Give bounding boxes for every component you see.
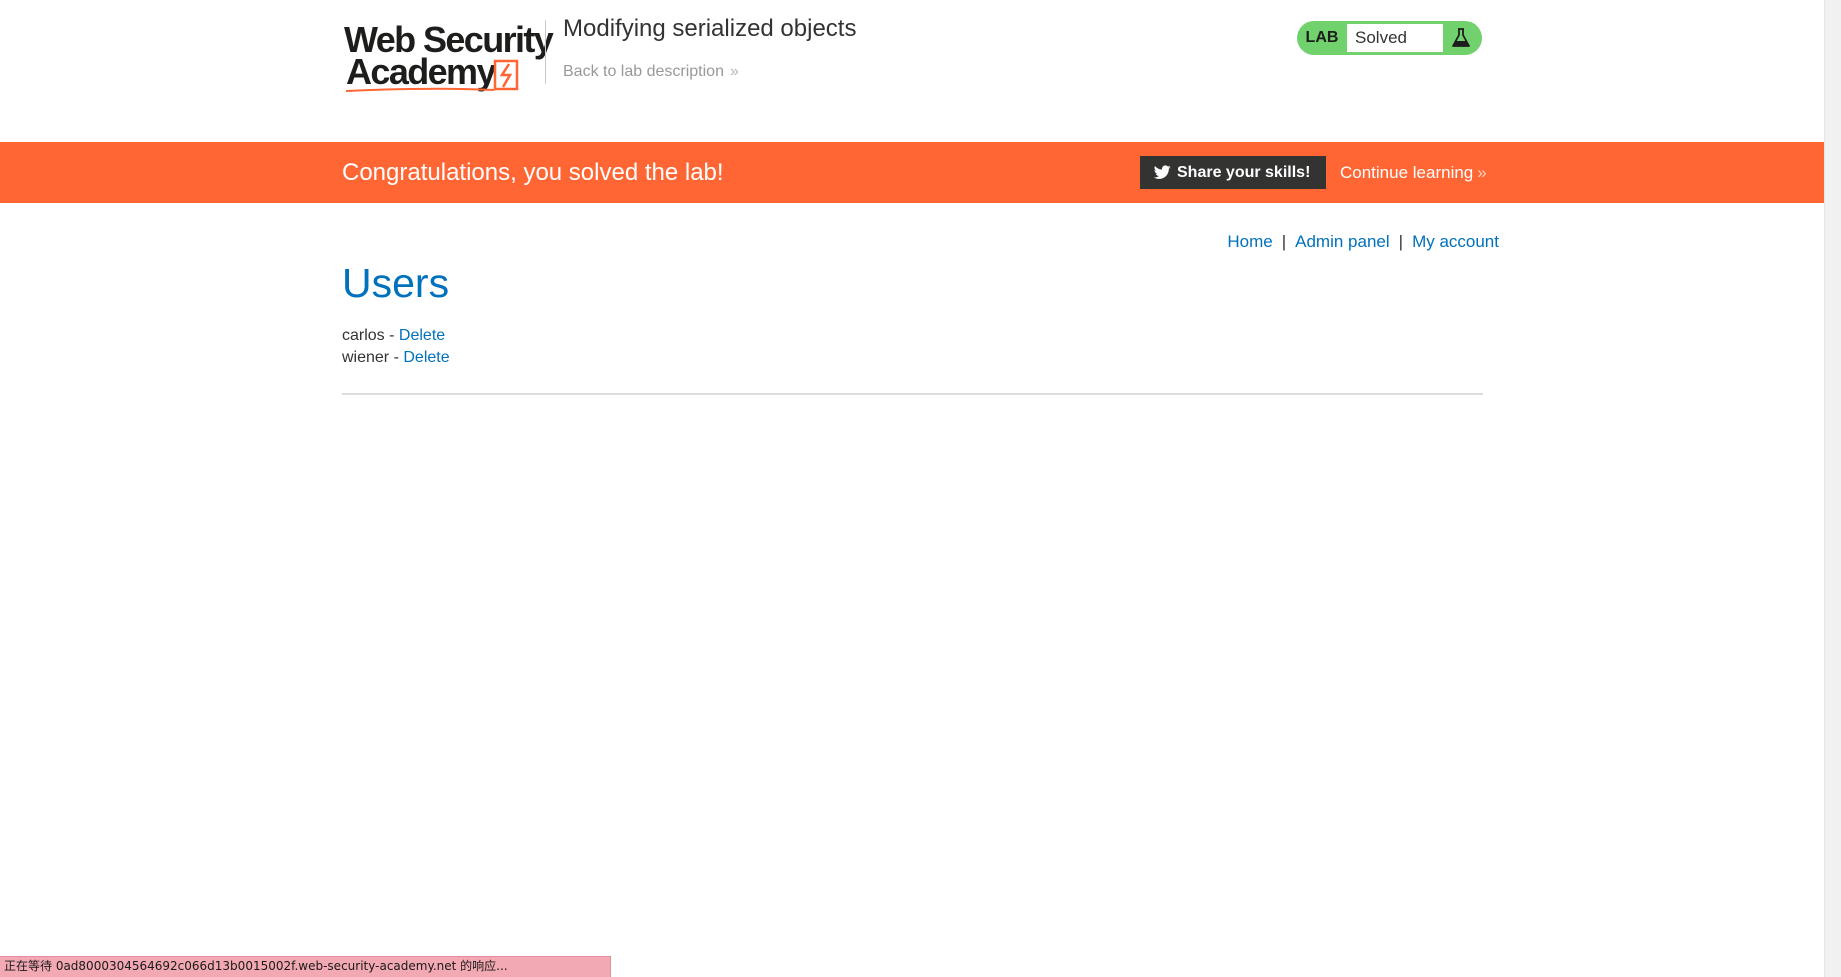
- back-link-label: Back to lab description: [563, 63, 724, 80]
- double-chevron-right-icon: »: [1477, 163, 1487, 182]
- user-name: carlos: [342, 327, 385, 344]
- continue-learning-link[interactable]: Continue learning»: [1340, 157, 1487, 189]
- user-row-carlos: carlos - Delete: [342, 325, 450, 347]
- twitter-icon: [1154, 165, 1171, 179]
- lab-title: Modifying serialized objects: [563, 15, 857, 42]
- page-title: Users: [342, 260, 450, 306]
- page-scrollbar[interactable]: [1824, 0, 1841, 977]
- continue-learning-label: Continue learning: [1340, 163, 1474, 182]
- delete-wiener-link[interactable]: Delete: [403, 349, 449, 366]
- nav-separator: |: [1398, 232, 1404, 251]
- lab-status-widget: LAB Solved: [1297, 21, 1482, 55]
- nav-home-link[interactable]: Home: [1227, 232, 1272, 251]
- congratulations-message: Congratulations, you solved the lab!: [342, 159, 724, 186]
- user-name: wiener: [342, 349, 390, 366]
- web-security-academy-logo[interactable]: Web Security Academy: [342, 20, 554, 92]
- share-button-label: Share your skills!: [1177, 164, 1311, 181]
- back-to-lab-description-link[interactable]: Back to lab description »: [563, 60, 739, 84]
- browser-loading-status: 正在等待 0ad8000304564692c066d13b0015002f.we…: [0, 956, 611, 977]
- header-divider: [545, 20, 546, 84]
- share-your-skills-button[interactable]: Share your skills!: [1140, 156, 1326, 189]
- user-dash: -: [389, 327, 395, 344]
- double-chevron-right-icon: »: [729, 63, 739, 80]
- logo-text-line2: Academy: [346, 51, 496, 92]
- nav-admin-panel-link[interactable]: Admin panel: [1295, 232, 1390, 251]
- lab-status-state: Solved: [1347, 24, 1443, 52]
- top-navigation: Home | Admin panel | My account: [1227, 230, 1499, 254]
- user-row-wiener: wiener - Delete: [342, 347, 450, 369]
- delete-carlos-link[interactable]: Delete: [399, 327, 445, 344]
- user-dash: -: [393, 349, 399, 366]
- flask-icon: [1452, 28, 1470, 47]
- lab-solved-banner: Congratulations, you solved the lab! Sha…: [0, 142, 1824, 203]
- nav-my-account-link[interactable]: My account: [1412, 232, 1499, 251]
- logo-underline: [345, 87, 495, 92]
- content-divider: [342, 393, 1483, 395]
- nav-separator: |: [1281, 232, 1287, 251]
- user-list: carlos - Delete wiener - Delete: [342, 325, 450, 369]
- lab-status-label: LAB: [1305, 29, 1339, 46]
- page: Web Security Academy Modifying serialize…: [0, 0, 1841, 977]
